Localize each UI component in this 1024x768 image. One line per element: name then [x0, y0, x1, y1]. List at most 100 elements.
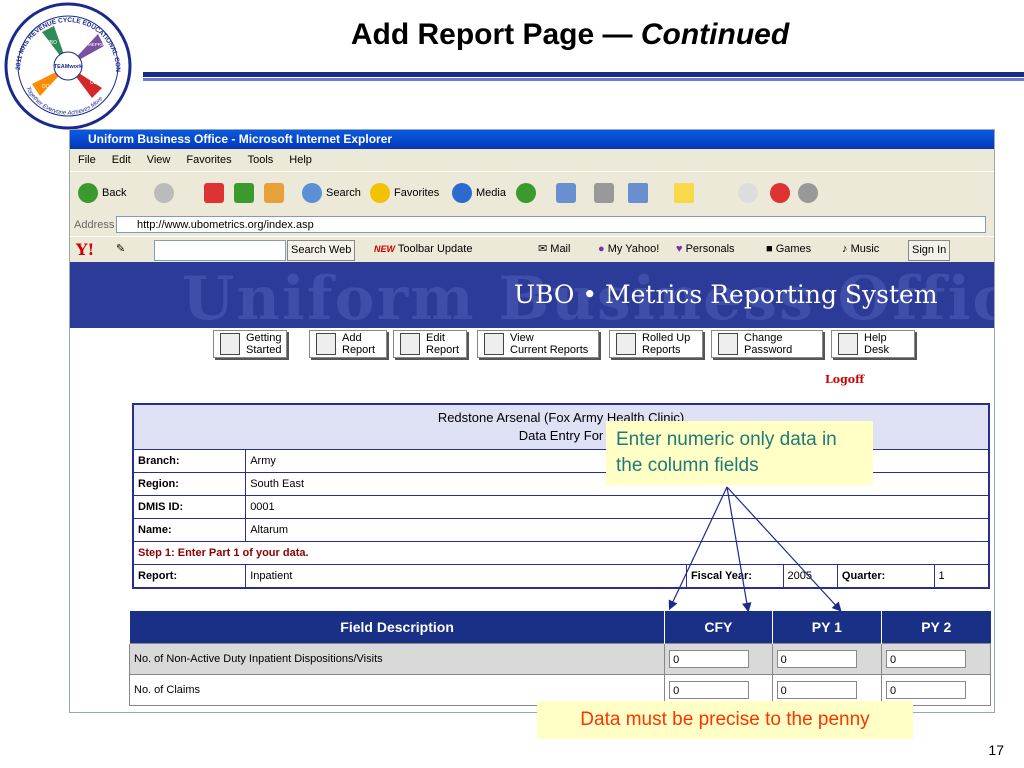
- precision-callout: Data must be precise to the penny: [537, 701, 913, 739]
- nav-change-password[interactable]: Change Password: [711, 330, 823, 358]
- title-rule: [143, 72, 1024, 77]
- column-header: CFY: [664, 611, 773, 644]
- star-icon: [370, 183, 390, 203]
- yahoo-toolbar: Y! ✎ Search Web NEW Toolbar Update ✉ Mai…: [70, 236, 994, 263]
- blank-page-icon: [316, 333, 336, 355]
- chat-button[interactable]: [798, 182, 818, 204]
- personals-button[interactable]: ♥ Personals: [676, 240, 735, 259]
- logo-hand-label: UBU: [90, 80, 101, 86]
- stacked-pages-icon: [616, 333, 636, 355]
- media-button[interactable]: Media: [452, 182, 506, 204]
- forward-arrow-icon: [154, 183, 174, 203]
- menu-favorites[interactable]: Favorites: [186, 154, 231, 166]
- numeric-data-callout: Enter numeric only data in the column fi…: [606, 421, 873, 485]
- search-web-button[interactable]: Search Web: [287, 240, 356, 261]
- nav-add-report[interactable]: Add Report: [309, 330, 387, 358]
- nav-edit-report[interactable]: Edit Report: [393, 330, 467, 358]
- my-yahoo-button[interactable]: ● My Yahoo!: [598, 240, 659, 259]
- table-row: Report: Inpatient Fiscal Year: 2005 Quar…: [132, 564, 990, 589]
- mail-icon: [556, 183, 576, 203]
- mail-button[interactable]: [556, 182, 576, 204]
- py1-input[interactable]: 0: [776, 681, 857, 699]
- browser-toolbar: Back Search Favorites Media: [70, 171, 994, 215]
- menu-edit[interactable]: Edit: [112, 154, 131, 166]
- column-header: PY 1: [771, 611, 882, 644]
- py2-input[interactable]: 0: [886, 650, 967, 668]
- field-description: No. of Non-Active Duty Inpatient Disposi…: [128, 643, 666, 675]
- conference-logo: 2011 MHS REVENUE CYCLE EDUCATIONAL CONFE…: [2, 0, 132, 130]
- list-icon: [484, 333, 504, 355]
- favorites-button[interactable]: Favorites: [370, 182, 439, 204]
- chat-bubble-icon: [798, 183, 818, 203]
- music-button[interactable]: ♪ Music: [842, 240, 879, 259]
- nav-rolled-up-reports[interactable]: Rolled Up Reports: [609, 330, 703, 358]
- document-icon: [220, 333, 240, 355]
- games-button[interactable]: ■ Games: [766, 240, 811, 259]
- history-button[interactable]: [516, 182, 536, 204]
- step-instruction: Step 1: Enter Part 1 of your data.: [132, 541, 990, 565]
- logo-hand-label: DQ: [42, 84, 50, 90]
- nav-view-current-reports[interactable]: View Current Reports: [477, 330, 599, 358]
- address-input[interactable]: http://www.ubometrics.org/index.asp: [116, 216, 986, 233]
- form-title: Data Entry For: [518, 428, 604, 443]
- note-icon: [674, 183, 694, 203]
- pencil-icon[interactable]: ✎: [116, 240, 125, 259]
- yahoo-search-input[interactable]: [154, 240, 286, 261]
- stop-icon: [204, 183, 224, 203]
- heart-icon: ♥: [676, 243, 683, 255]
- menu-view[interactable]: View: [147, 154, 171, 166]
- yahoo-mail-button[interactable]: ✉ Mail: [538, 240, 570, 259]
- search-icon: [302, 183, 322, 203]
- py2-input[interactable]: 0: [886, 681, 967, 699]
- games-icon: ■: [766, 243, 773, 255]
- refresh-icon: [234, 183, 254, 203]
- toolbar-update-button[interactable]: NEW Toolbar Update: [374, 240, 472, 259]
- fiscal-year-value: 2005: [782, 564, 838, 589]
- address-bar: Address http://www.ubometrics.org/index.…: [70, 214, 994, 236]
- address-label: Address: [74, 219, 115, 231]
- site-banner: Uniform Business Office UBO • Metrics Re…: [70, 262, 994, 328]
- quarter-value: 1: [933, 564, 990, 589]
- cfy-input[interactable]: 0: [669, 650, 750, 668]
- slide-title: Add Report Page — Continued: [350, 18, 790, 51]
- column-header: PY 2: [881, 611, 991, 644]
- search-button[interactable]: Search: [302, 182, 361, 204]
- slide-number: 17: [988, 742, 1004, 758]
- home-icon: [264, 183, 284, 203]
- menu-tools[interactable]: Tools: [248, 154, 274, 166]
- sign-in-button[interactable]: Sign In: [908, 240, 951, 261]
- my-yahoo-icon: ●: [598, 243, 605, 255]
- nav-getting-started[interactable]: Getting Started: [213, 330, 287, 358]
- window-titlebar: Uniform Business Office - Microsoft Inte…: [70, 130, 994, 149]
- edit-icon: [628, 183, 648, 203]
- menu-file[interactable]: File: [78, 154, 96, 166]
- refresh-button[interactable]: [234, 182, 254, 204]
- print-button[interactable]: [594, 182, 614, 204]
- cfy-input[interactable]: 0: [669, 681, 750, 699]
- table-row: Name: Altarum: [132, 518, 990, 542]
- home-button[interactable]: [264, 182, 284, 204]
- logo-hand-label: UBO: [46, 40, 57, 46]
- edit-pencil-icon: [400, 333, 420, 355]
- table-row: No. of Non-Active Duty Inpatient Disposi…: [128, 643, 991, 675]
- checkmark-icon: [738, 183, 758, 203]
- yahoo-logo[interactable]: Y!: [76, 240, 94, 259]
- history-icon: [516, 183, 536, 203]
- stop-button[interactable]: [204, 182, 224, 204]
- logoff-link[interactable]: Logoff: [825, 373, 864, 386]
- discuss-button[interactable]: [674, 182, 694, 204]
- edit-button[interactable]: [628, 182, 648, 204]
- report-type-value: Inpatient: [245, 564, 687, 589]
- menu-help[interactable]: Help: [289, 154, 312, 166]
- banner-title: UBO • Metrics Reporting System: [514, 280, 938, 309]
- nav-help-desk[interactable]: Help Desk: [831, 330, 915, 358]
- window-title: Uniform Business Office - Microsoft Inte…: [88, 132, 393, 146]
- media-icon: [452, 183, 472, 203]
- music-icon: ♪: [842, 243, 848, 255]
- back-button[interactable]: Back: [78, 182, 126, 204]
- forward-button[interactable]: [154, 182, 174, 204]
- printer-icon: [594, 183, 614, 203]
- py1-input[interactable]: 0: [776, 650, 857, 668]
- research-button[interactable]: [738, 182, 758, 204]
- messenger-button[interactable]: [770, 182, 790, 204]
